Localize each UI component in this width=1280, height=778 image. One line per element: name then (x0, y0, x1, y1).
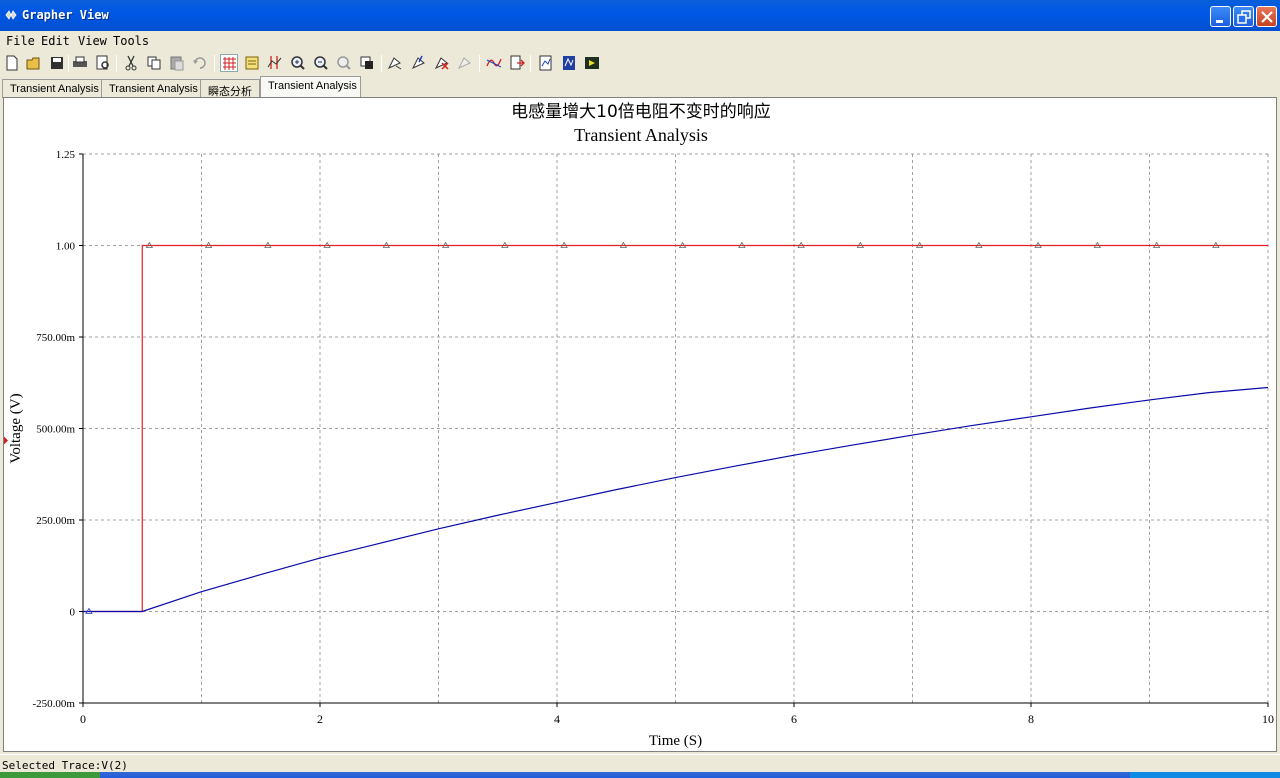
excel-export-icon[interactable] (583, 54, 601, 72)
tab-transient-analysis-cn[interactable]: 瞬态分析 (200, 79, 260, 98)
zoom-out-icon[interactable] (312, 54, 330, 72)
menu-edit[interactable]: Edit (41, 34, 70, 48)
toolbar-separator (214, 55, 215, 72)
grid-icon[interactable] (220, 54, 238, 72)
copy-icon[interactable] (145, 54, 163, 72)
x-tick-label: 8 (1028, 712, 1034, 726)
y-axis-label: Voltage (V) (8, 393, 24, 463)
properties-icon[interactable] (560, 54, 578, 72)
cut-icon[interactable] (122, 54, 140, 72)
select-mark-icon[interactable] (386, 54, 404, 72)
selected-trace-status: Selected Trace:V(2) (2, 759, 128, 772)
toolbar-separator (381, 55, 382, 72)
menu-bar: File Edit View Tools (0, 31, 1280, 51)
tab-bar: Transient Analysis Transient Analysis 瞬态… (0, 76, 1280, 98)
trace-icon[interactable] (485, 54, 503, 72)
status-bar: Selected Trace:V(2) (0, 754, 1280, 772)
y-tick-label: -250.00m (33, 698, 76, 710)
y-tick-label: 250.00m (36, 515, 75, 527)
legend-icon[interactable] (243, 54, 261, 72)
start-button[interactable] (0, 772, 100, 778)
clear-mark-icon[interactable] (433, 54, 451, 72)
menu-tools[interactable]: Tools (113, 34, 149, 48)
open-file-icon[interactable] (25, 54, 43, 72)
graph-panel[interactable]: 电感量增大10倍电阻不变时的响应 Transient Analysis 1.25 1.… (3, 97, 1277, 752)
x-tick-label: 2 (317, 712, 323, 726)
tab-transient-analysis-1[interactable]: Transient Analysis (2, 79, 102, 98)
print-preview-icon[interactable] (94, 54, 112, 72)
menu-view[interactable]: View (78, 34, 107, 48)
chart-subtitle: Transient Analysis (574, 125, 708, 145)
series-line-2 (83, 386, 1269, 613)
close-icon (1261, 11, 1273, 23)
zoom-in-icon[interactable] (289, 54, 307, 72)
save-icon[interactable] (48, 54, 66, 72)
x-tick-label: 4 (554, 712, 560, 726)
print-icon[interactable] (71, 54, 89, 72)
tab-transient-analysis-2[interactable]: Transient Analysis (101, 79, 201, 98)
minimize-button[interactable] (1210, 6, 1231, 27)
overlay-icon[interactable] (537, 54, 555, 72)
toolbar (0, 51, 1280, 76)
x-tick-label: 6 (791, 712, 797, 726)
title-bar: Grapher View (0, 0, 1280, 31)
zoom-fit-icon[interactable] (335, 54, 353, 72)
toolbar-separator (116, 55, 117, 72)
system-tray (1130, 772, 1280, 778)
new-file-icon[interactable] (3, 54, 21, 72)
y-tick-label: 0 (70, 607, 76, 619)
chart-title: 电感量增大10倍电阻不变时的响应 (511, 102, 771, 122)
app-icon (5, 10, 17, 20)
y-tick-label: 500.00m (36, 424, 75, 436)
window-title: Grapher View (22, 8, 109, 22)
restore-button[interactable] (1233, 6, 1254, 27)
menu-file[interactable]: File (6, 34, 35, 48)
export-icon[interactable] (508, 54, 526, 72)
y-tick-label: 1.00 (56, 241, 76, 253)
x-tick-label: 0 (80, 712, 86, 726)
close-button[interactable] (1256, 6, 1277, 27)
reverse-colors-icon[interactable] (358, 54, 376, 72)
paste-icon[interactable] (168, 54, 186, 72)
mark-icon[interactable] (410, 54, 428, 72)
x-axis-label: Time (S) (649, 733, 702, 749)
taskbar (0, 772, 1280, 778)
toolbar-separator (530, 55, 531, 72)
y-tick-label: 1.25 (56, 149, 76, 161)
minimize-icon (1216, 20, 1223, 23)
restore-icon (1237, 10, 1251, 24)
mark-disabled-icon[interactable] (456, 54, 474, 72)
cursor-icon[interactable] (266, 54, 284, 72)
y-tick-label: 750.00m (36, 332, 75, 344)
toolbar-separator (479, 55, 480, 72)
undo-icon[interactable] (191, 54, 209, 72)
x-tick-label: 10 (1262, 712, 1274, 726)
tab-transient-analysis-3[interactable]: Transient Analysis (260, 76, 361, 98)
toolbar-separator (68, 55, 69, 72)
transient-chart[interactable]: 电感量增大10倍电阻不变时的响应 Transient Analysis 1.25 1.… (4, 98, 1278, 753)
